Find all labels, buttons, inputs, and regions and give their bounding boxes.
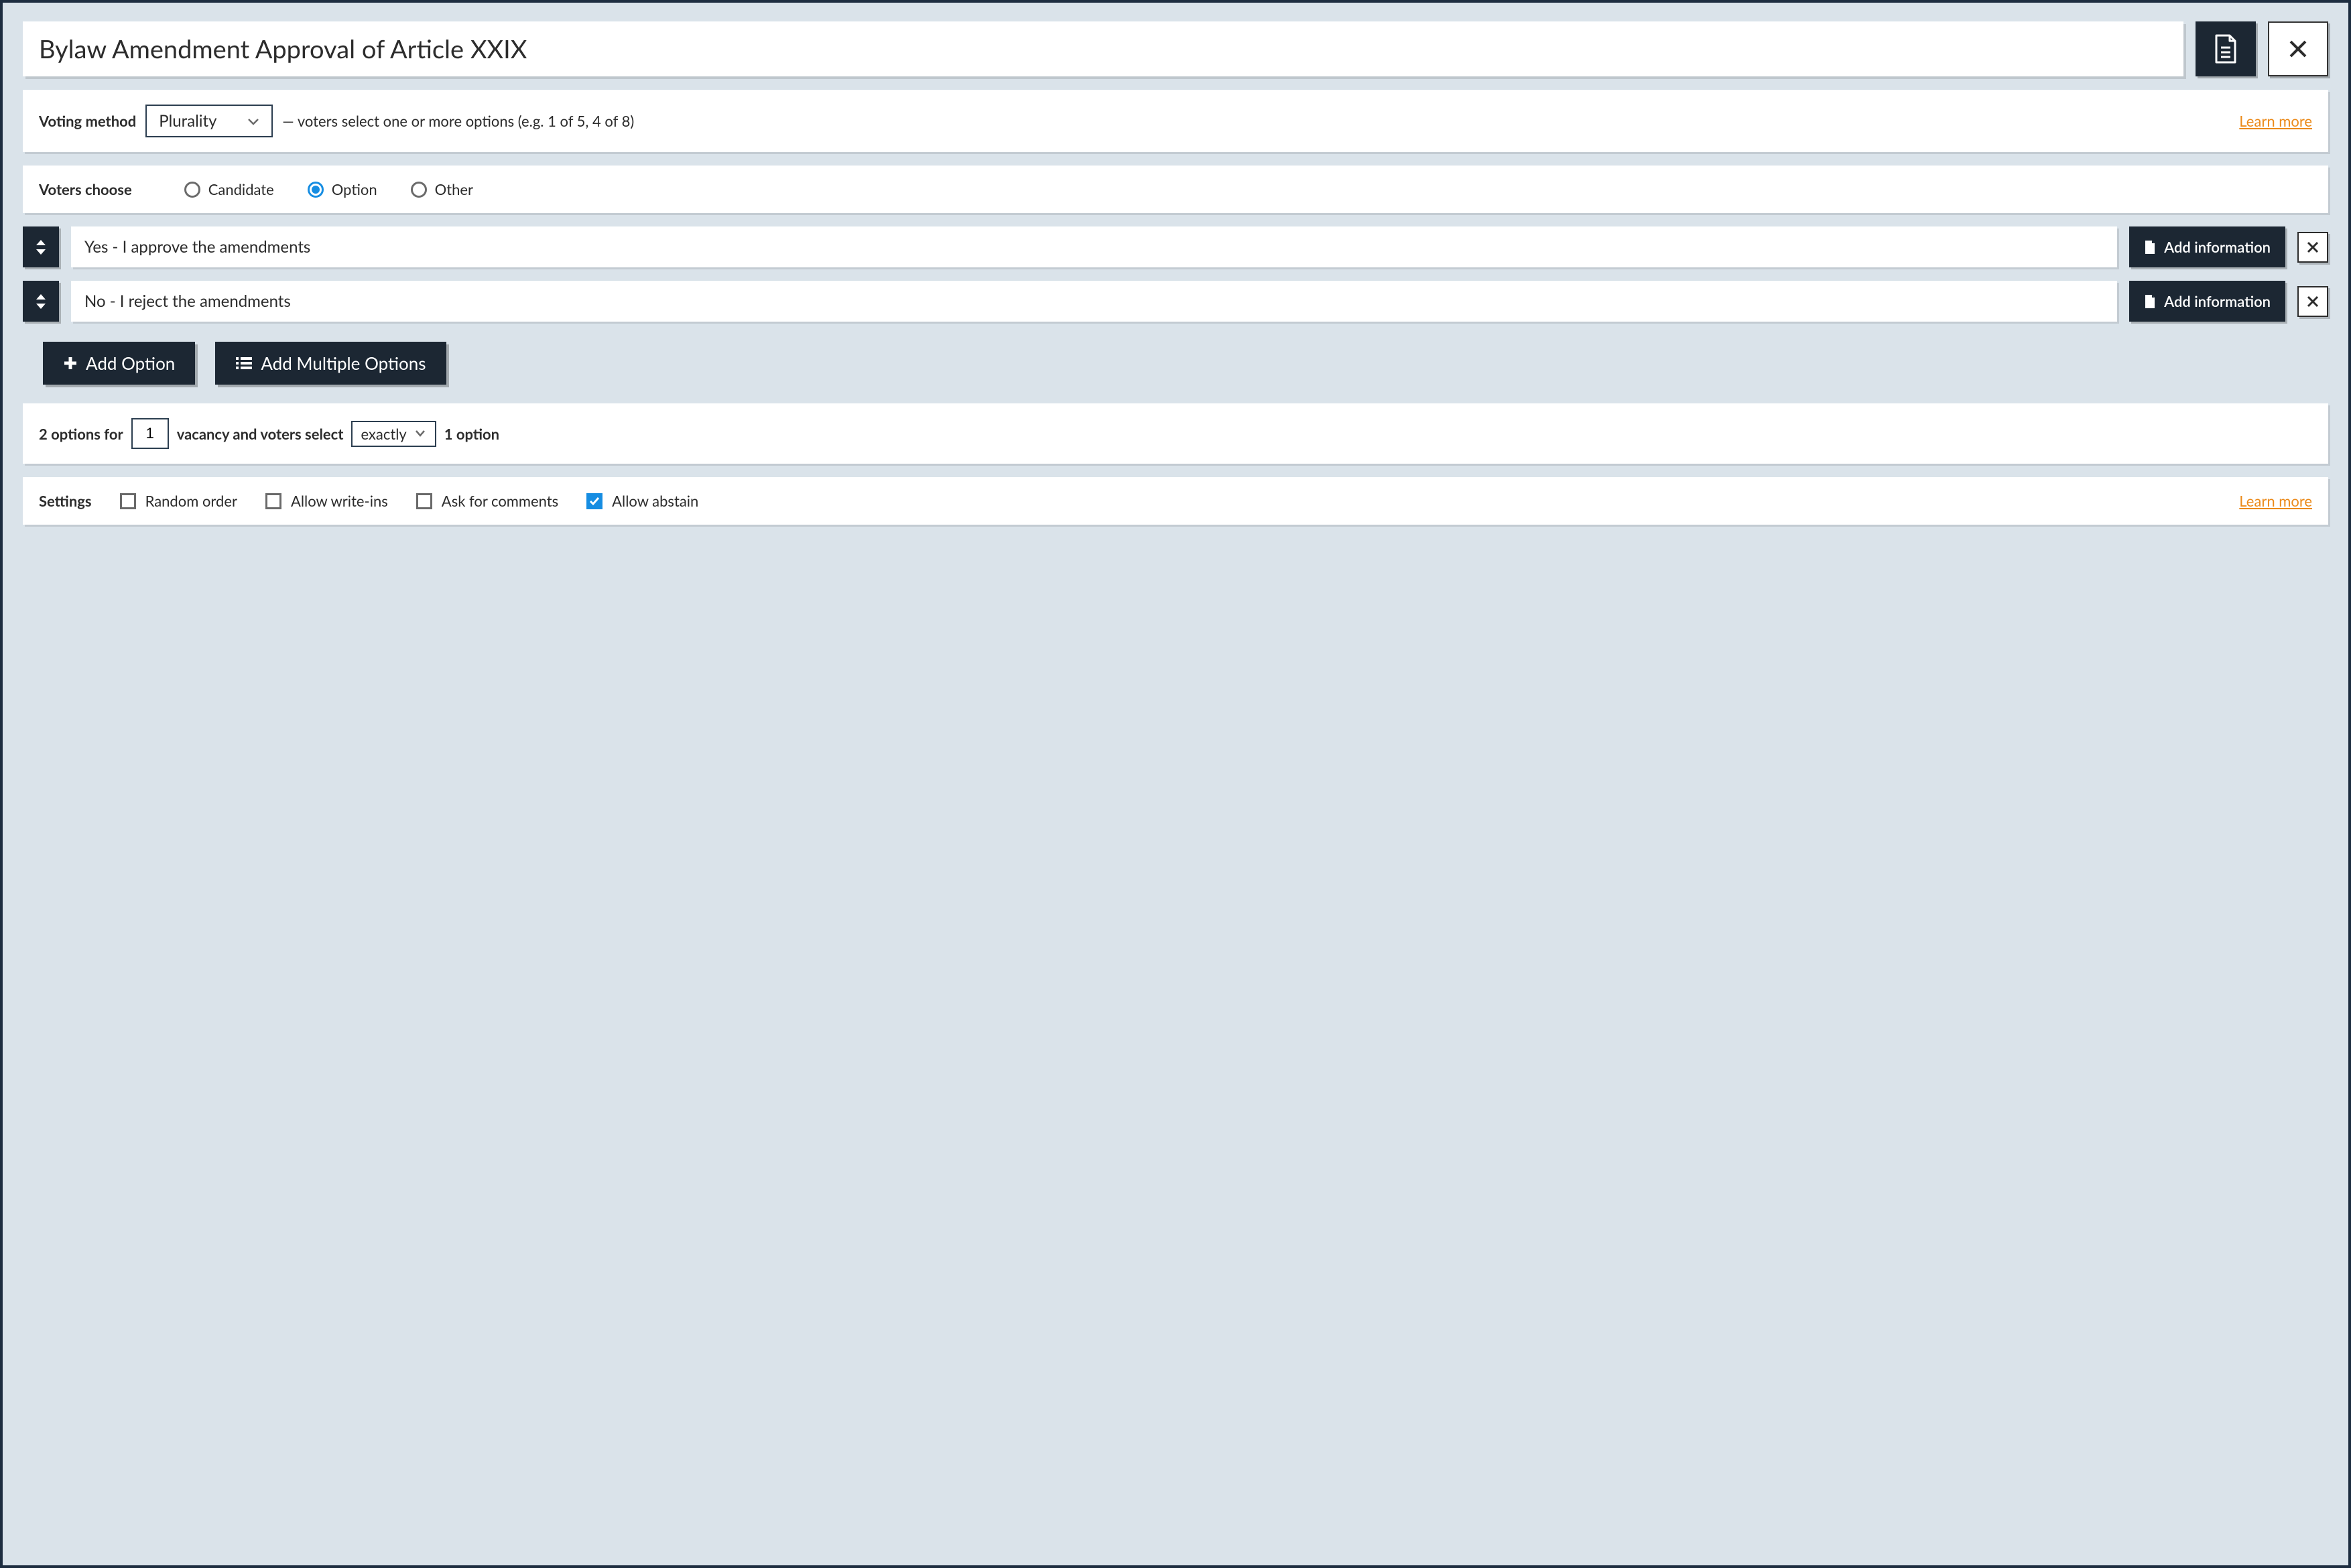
question-title-input[interactable]: Bylaw Amendment Approval of Article XXIX [23, 21, 2183, 76]
drag-handle[interactable] [23, 281, 59, 322]
summary-panel: 2 options for vacancy and voters select … [23, 403, 2328, 464]
add-option-button[interactable]: Add Option [43, 342, 195, 385]
option-text-input[interactable]: Yes - I approve the amendments [71, 226, 2117, 267]
radio-icon [184, 182, 200, 198]
radio-other[interactable]: Other [411, 180, 473, 198]
checkbox-allow-write-ins[interactable]: Allow write-ins [265, 492, 388, 510]
option-text-input[interactable]: No - I reject the amendments [71, 281, 2117, 322]
voting-method-selected: Plurality [159, 111, 216, 131]
add-multiple-options-button[interactable]: Add Multiple Options [215, 342, 446, 385]
checkbox-allow-abstain[interactable]: Allow abstain [586, 492, 698, 510]
close-button[interactable] [2268, 21, 2328, 76]
add-multiple-label: Add Multiple Options [261, 352, 426, 374]
close-icon [2306, 295, 2320, 308]
checkbox-label: Allow abstain [612, 492, 698, 510]
voting-method-row: Voting method Plurality — voters select … [39, 105, 2312, 137]
voters-choose-panel: Voters choose Candidate Option Other [23, 166, 2328, 213]
voting-method-description: — voters select one or more options (e.g… [282, 112, 634, 130]
radio-label: Other [435, 180, 473, 198]
document-icon [2214, 34, 2238, 64]
summary-prefix: 2 options for [39, 425, 123, 443]
checkbox-icon [586, 493, 602, 509]
question-editor: Bylaw Amendment Approval of Article XXIX… [0, 0, 2351, 1568]
action-buttons-row: Add Option Add Multiple Options [23, 342, 2328, 385]
summary-mid: vacancy and voters select [177, 425, 344, 443]
add-information-button[interactable]: Add information [2129, 281, 2285, 322]
add-option-label: Add Option [86, 352, 175, 374]
file-icon [2144, 294, 2156, 309]
radio-label: Option [332, 180, 377, 198]
radio-option[interactable]: Option [308, 180, 377, 198]
delete-option-button[interactable] [2297, 232, 2328, 263]
checkbox-icon [265, 493, 281, 509]
voting-method-panel: Voting method Plurality — voters select … [23, 90, 2328, 152]
summary-suffix: 1 option [444, 425, 499, 443]
chevron-down-icon [415, 430, 427, 438]
list-icon [235, 356, 253, 371]
file-icon [2144, 240, 2156, 255]
radio-icon [308, 182, 324, 198]
checkbox-label: Random order [145, 492, 237, 510]
header-row: Bylaw Amendment Approval of Article XXIX [23, 21, 2328, 76]
add-information-button[interactable]: Add information [2129, 226, 2285, 267]
radio-icon [411, 182, 427, 198]
document-button[interactable] [2196, 21, 2256, 76]
delete-option-button[interactable] [2297, 286, 2328, 317]
select-mode-value: exactly [361, 425, 406, 443]
select-mode-dropdown[interactable]: exactly [351, 421, 436, 447]
checkmark-icon [589, 497, 600, 506]
sort-icon [34, 239, 48, 256]
checkbox-icon [416, 493, 432, 509]
settings-learn-more[interactable]: Learn more [2239, 492, 2312, 510]
add-info-label: Add information [2164, 292, 2271, 310]
voting-method-learn-more[interactable]: Learn more [2239, 112, 2312, 130]
option-row: No - I reject the amendments Add informa… [23, 281, 2328, 322]
option-row: Yes - I approve the amendments Add infor… [23, 226, 2328, 267]
plus-icon [63, 356, 78, 371]
settings-label: Settings [39, 492, 92, 510]
voting-method-label: Voting method [39, 112, 136, 130]
vacancy-input[interactable] [131, 418, 169, 449]
checkbox-icon [120, 493, 136, 509]
sort-icon [34, 293, 48, 310]
close-icon [2306, 241, 2320, 254]
summary-row: 2 options for vacancy and voters select … [39, 418, 2312, 449]
settings-row: Settings Random order Allow write-ins As… [39, 492, 2312, 510]
drag-handle[interactable] [23, 226, 59, 267]
checkbox-label: Allow write-ins [291, 492, 388, 510]
radio-candidate[interactable]: Candidate [184, 180, 274, 198]
voters-choose-label: Voters choose [39, 180, 132, 198]
close-icon [2287, 38, 2309, 60]
add-info-label: Add information [2164, 238, 2271, 256]
checkbox-random-order[interactable]: Random order [120, 492, 237, 510]
settings-panel: Settings Random order Allow write-ins As… [23, 477, 2328, 525]
voters-choose-radio-group: Candidate Option Other [184, 180, 473, 198]
radio-label: Candidate [208, 180, 274, 198]
chevron-down-icon [247, 117, 259, 125]
checkbox-ask-for-comments[interactable]: Ask for comments [416, 492, 558, 510]
checkbox-label: Ask for comments [442, 492, 558, 510]
voting-method-select[interactable]: Plurality [145, 105, 273, 137]
voters-choose-row: Voters choose Candidate Option Other [39, 180, 2312, 198]
